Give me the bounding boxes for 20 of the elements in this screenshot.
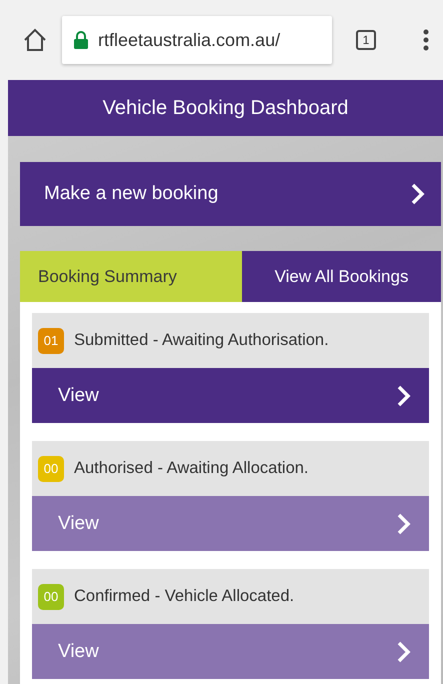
count-badge: 00 (38, 456, 64, 482)
chevron-right-icon (397, 384, 411, 406)
new-booking-button[interactable]: Make a new booking (20, 162, 441, 226)
chevron-right-icon (397, 640, 411, 662)
status-label: Authorised - Awaiting Allocation. (74, 459, 309, 478)
chevron-right-icon (397, 512, 411, 534)
count-badge: 01 (38, 328, 64, 354)
view-button[interactable]: View (32, 368, 429, 423)
tab-count-button[interactable]: 1 (356, 30, 376, 50)
lock-icon (74, 31, 88, 49)
menu-icon[interactable] (423, 29, 429, 51)
status-label: Confirmed - Vehicle Allocated. (74, 587, 294, 606)
count-badge: 00 (38, 584, 64, 610)
status-label: Submitted - Awaiting Authorisation. (74, 331, 329, 350)
tab[interactable]: View All Bookings (242, 251, 441, 302)
chevron-right-icon (411, 183, 425, 205)
address-field[interactable]: rtfleetaustralia.com.au/ (62, 16, 332, 64)
home-icon[interactable] (22, 28, 48, 52)
page-title: Vehicle Booking Dashboard (8, 80, 443, 136)
tab[interactable]: Booking Summary (20, 251, 242, 302)
